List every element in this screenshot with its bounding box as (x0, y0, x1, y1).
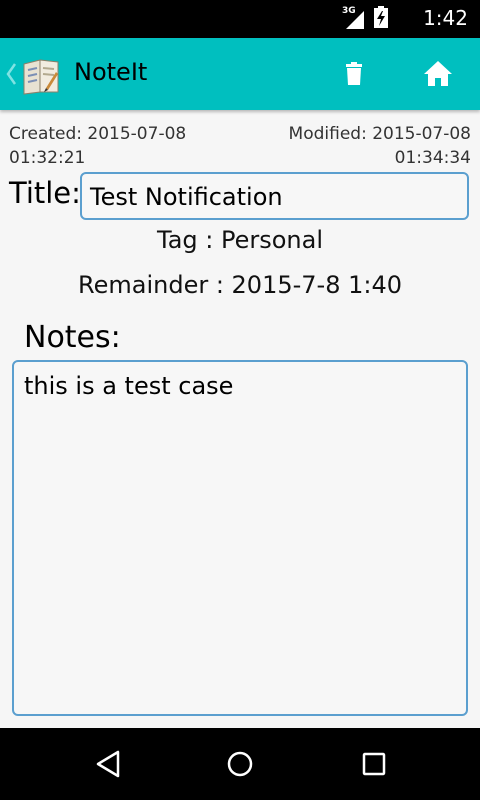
home-button[interactable] (416, 52, 460, 96)
reminder-text[interactable]: Remainder : 2015-7-8 1:40 (0, 271, 480, 299)
recent-apps-icon (362, 752, 386, 776)
created-time: 01:32:21 (9, 148, 86, 168)
app-title: NoteIt (74, 58, 148, 86)
title-input[interactable]: Test Notification (80, 172, 469, 220)
home-icon (424, 61, 452, 86)
up-chevron-icon[interactable] (4, 60, 18, 88)
back-button[interactable] (90, 746, 126, 782)
notes-label: Notes: (24, 320, 121, 355)
modified-time: 01:34:34 (394, 148, 471, 168)
navigation-bar (0, 728, 480, 800)
status-icons: 3G (342, 6, 388, 32)
app-bar: NoteIt (0, 38, 480, 110)
recent-apps-button[interactable] (356, 746, 392, 782)
tag-text[interactable]: Tag : Personal (0, 226, 480, 254)
signal-icon: 3G (342, 6, 366, 30)
title-label: Title: (9, 176, 81, 210)
app-logo-icon[interactable] (20, 54, 62, 96)
screen: 3G 1:42 NoteIt Created: 2015-07-08 01:32… (0, 0, 480, 800)
modified-info: Modified: 2015-07-08 01:34:34 (231, 122, 471, 170)
notes-textarea[interactable]: this is a test case (12, 360, 468, 716)
status-time: 1:42 (423, 6, 468, 30)
battery-icon (374, 6, 388, 32)
home-circle-icon (227, 751, 253, 777)
nav-home-button[interactable] (222, 746, 258, 782)
delete-icon (346, 62, 362, 85)
back-icon (96, 750, 120, 778)
created-date: Created: 2015-07-08 (9, 124, 187, 144)
network-type-label: 3G (342, 6, 356, 16)
modified-date: Modified: 2015-07-08 (288, 124, 471, 144)
status-bar: 3G 1:42 (0, 0, 480, 38)
created-info: Created: 2015-07-08 01:32:21 (9, 122, 239, 170)
delete-button[interactable] (332, 52, 376, 96)
